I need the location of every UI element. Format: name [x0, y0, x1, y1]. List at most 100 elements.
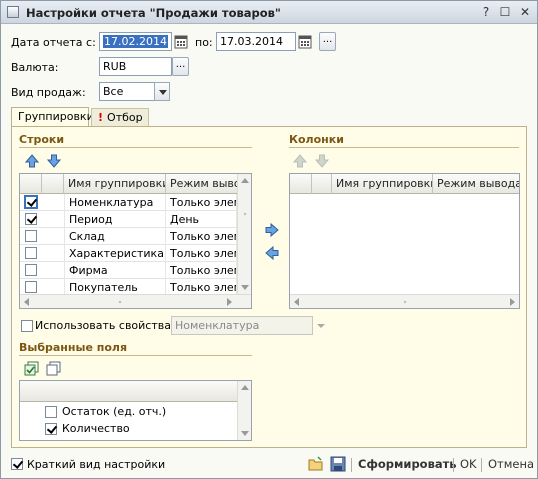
cancel-button[interactable]: Отмена [488, 457, 534, 471]
tab-filter[interactable]: ! Отбор [91, 108, 149, 127]
rows-header-name[interactable]: Имя группировки [64, 174, 166, 194]
groupings-panel: Строки Имя группировки Режим вывод Номен… [11, 126, 527, 448]
sales-type-select[interactable]: Все [99, 82, 155, 101]
currency-label: Валюта: [11, 61, 59, 74]
sales-type-label: Вид продаж: [11, 86, 86, 99]
date-to-field[interactable]: 17.03.2014 [216, 32, 296, 51]
use-properties-label: Использовать свойства [35, 319, 171, 332]
window-icon [7, 6, 19, 18]
columns-header-name[interactable]: Имя группировки [332, 174, 433, 194]
rows-vertical-scrollbar[interactable] [237, 174, 251, 294]
move-left-icon[interactable] [264, 245, 280, 261]
columns-header-check [290, 174, 312, 194]
currency-field[interactable]: RUB [99, 57, 172, 76]
maximize-button[interactable]: ☐ [497, 5, 513, 20]
help-button[interactable]: ? [478, 5, 494, 20]
row-checkbox[interactable] [25, 230, 37, 242]
selected-fields-divider [19, 355, 252, 356]
row-name: Склад [64, 228, 166, 245]
selected-fields-title: Выбранные поля [19, 341, 128, 354]
columns-section-title: Колонки [289, 133, 344, 146]
date-to-label: по: [195, 36, 213, 49]
date-to-calendar-icon[interactable] [298, 34, 312, 49]
row-mode: Только элем [166, 194, 237, 211]
rows-grid[interactable]: Имя группировки Режим вывод Номенклатура… [19, 173, 252, 309]
warning-icon: ! [98, 111, 104, 124]
date-from-label: Дата отчета с: [11, 36, 96, 49]
row-checkbox[interactable] [25, 264, 37, 276]
field-checkbox[interactable] [45, 423, 57, 435]
period-select-button[interactable]: ... [319, 32, 336, 51]
table-row[interactable]: Фирма Только элем [20, 262, 237, 279]
rows-header-icon [42, 174, 64, 194]
move-right-icon[interactable] [264, 222, 280, 238]
date-from-value: 17.02.2014 [103, 35, 168, 48]
rows-section-divider [19, 147, 252, 148]
columns-horizontal-scrollbar[interactable] [290, 294, 519, 308]
brief-view-label: Краткий вид настройки [27, 458, 166, 471]
list-item[interactable]: Остаток (ед. отч.) [20, 403, 237, 420]
selected-fields-list[interactable]: Остаток (ед. отч.) Количество [19, 380, 252, 441]
row-name: Номенклатура [64, 194, 166, 211]
use-properties-dropdown-arrow[interactable] [313, 316, 329, 335]
move-down-icon[interactable] [46, 153, 62, 169]
row-mode: Только элем [166, 245, 237, 262]
selected-fields-header [20, 381, 237, 402]
field-checkbox[interactable] [45, 406, 57, 418]
uncheck-all-icon[interactable] [46, 361, 62, 377]
date-from-calendar-icon[interactable] [174, 34, 188, 49]
row-checkbox[interactable] [25, 281, 37, 293]
rows-horizontal-scrollbar[interactable] [20, 294, 251, 308]
footer-separator [351, 458, 352, 472]
row-checkbox[interactable] [24, 195, 38, 209]
save-icon[interactable] [330, 456, 346, 472]
report-settings-window: Настройки отчета "Продажи товаров" ? ☐ ✕… [0, 0, 538, 479]
rows-grid-header: Имя группировки Режим вывод [20, 174, 237, 194]
window-title: Настройки отчета "Продажи товаров" [26, 6, 281, 20]
columns-header-mode[interactable]: Режим вывода [433, 174, 519, 194]
sales-type-dropdown-arrow[interactable] [154, 82, 170, 101]
check-all-icon[interactable] [24, 361, 40, 377]
row-mode: Только элем [166, 228, 237, 245]
footer-separator [481, 458, 482, 472]
columns-header-icon [312, 174, 332, 194]
row-name: Период [64, 211, 166, 228]
selected-fields-scrollbar[interactable] [237, 381, 251, 440]
columns-grid[interactable]: Имя группировки Режим вывода [289, 173, 520, 309]
brief-view-checkbox[interactable] [11, 458, 23, 470]
title-bar[interactable]: Настройки отчета "Продажи товаров" ? ☐ ✕ [1, 1, 537, 24]
footer-bar: Краткий вид настройки Сформировать OK От… [1, 452, 537, 478]
columns-move-up-icon[interactable] [292, 153, 308, 169]
columns-grid-header: Имя группировки Режим вывода [290, 174, 519, 194]
row-mode: Только элем [166, 262, 237, 279]
row-name: Характеристика... [64, 245, 166, 262]
rows-header-mode[interactable]: Режим вывод [166, 174, 237, 194]
use-properties-select[interactable]: Номенклатура [171, 316, 313, 335]
table-row[interactable]: Номенклатура Только элем [20, 194, 237, 211]
generate-button[interactable]: Сформировать [358, 457, 457, 471]
close-button[interactable]: ✕ [517, 5, 533, 20]
move-up-icon[interactable] [24, 153, 40, 169]
row-mode: День [166, 211, 237, 228]
list-item[interactable]: Количество [20, 420, 237, 437]
tab-filter-label: Отбор [107, 111, 143, 124]
date-from-field[interactable]: 17.02.2014 [99, 32, 172, 51]
row-checkbox[interactable] [25, 213, 37, 225]
use-properties-checkbox[interactable] [21, 320, 33, 332]
rows-section-title: Строки [19, 133, 65, 146]
field-label: Остаток (ед. отч.) [62, 405, 167, 418]
currency-select-button[interactable]: ... [172, 57, 189, 76]
row-name: Фирма [64, 262, 166, 279]
columns-move-down-icon[interactable] [314, 153, 330, 169]
rows-header-check [20, 174, 42, 194]
table-row[interactable]: Период День [20, 211, 237, 228]
open-folder-icon[interactable] [308, 456, 324, 472]
table-row[interactable]: Характеристика... Только элем [20, 245, 237, 262]
table-row[interactable]: Склад Только элем [20, 228, 237, 245]
field-label: Количество [62, 422, 130, 435]
ok-button[interactable]: OK [460, 457, 477, 471]
footer-separator [453, 458, 454, 472]
columns-section-divider [289, 147, 519, 148]
tab-groupings[interactable]: Группировки [11, 107, 94, 127]
row-checkbox[interactable] [25, 247, 37, 259]
